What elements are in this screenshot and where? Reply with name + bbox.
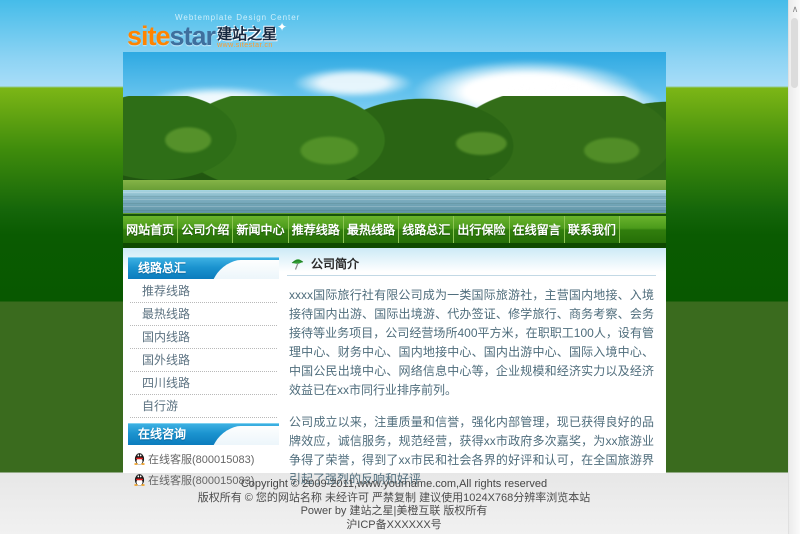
- sidebar-item-hot-routes[interactable]: 最热线路: [130, 303, 277, 326]
- sidebar-item-domestic-routes[interactable]: 国内线路: [130, 326, 277, 349]
- article-header: 公司简介: [287, 252, 656, 276]
- content-panel: 线路总汇 推荐线路 最热线路 国内线路 国外线路 四川线路 自行游 在线咨询: [123, 248, 666, 473]
- nav-item-hot-routes[interactable]: 最热线路: [344, 216, 399, 243]
- cloud-shape: [293, 68, 413, 98]
- nav-item-news[interactable]: 新闻中心: [233, 216, 288, 243]
- scroll-up-arrow[interactable]: ∧: [790, 4, 800, 14]
- hero-forest-highlights: [123, 112, 666, 182]
- sidebar-item-sichuan-routes[interactable]: 四川线路: [130, 372, 277, 395]
- nav-filler-cell: [620, 216, 666, 243]
- footer-copyright-cn: 版权所有 © 您的网站名称 未经许可 严禁复制 建议使用1024X768分辨率浏…: [0, 492, 788, 506]
- parasol-icon: [291, 257, 305, 271]
- article-area: 公司简介 xxxx国际旅行社有限公司成为一类国际旅游社，主营国内地接、入境接待国…: [283, 248, 666, 473]
- scrollbar-track[interactable]: ∧: [788, 0, 800, 534]
- nav-item-route-summary[interactable]: 线路总汇: [399, 216, 454, 243]
- sidebar-item-recommended-routes[interactable]: 推荐线路: [130, 280, 277, 303]
- nav-item-guestbook[interactable]: 在线留言: [510, 216, 565, 243]
- sparkle-icon: ✦: [277, 21, 287, 33]
- scrollbar-thumb[interactable]: [791, 18, 798, 88]
- logo-url: www.sitestar.cn: [217, 42, 277, 49]
- nav-item-travel-insurance[interactable]: 出行保险: [454, 216, 509, 243]
- page-footer: Copyright © 2009-2011,www.yourname.com,A…: [0, 478, 788, 532]
- nav-item-contact[interactable]: 联系我们: [565, 216, 620, 243]
- sidebar-consult-title: 在线咨询: [128, 424, 279, 445]
- hero-lake-reflections: [123, 192, 666, 212]
- hero-image: [123, 52, 666, 213]
- sidebar-routes-header: 线路总汇: [128, 257, 279, 279]
- logo-text-site: site: [127, 23, 170, 50]
- sidebar-item-self-guided-tour[interactable]: 自行游: [130, 395, 277, 418]
- footer-icp-number[interactable]: 沪ICP备XXXXXX号: [0, 519, 788, 533]
- page-content-column: 网站首页 公司介绍 新闻中心 推荐线路 最热线路 线路总汇 出行保险 在线留言 …: [123, 52, 666, 473]
- qq-penguin-icon: [134, 452, 145, 465]
- sidebar-routes-list: 推荐线路 最热线路 国内线路 国外线路 四川线路 自行游: [128, 279, 279, 421]
- article-body: xxxx国际旅行社有限公司成为一类国际旅游社，主营国内地接、入境接待国内出游、国…: [287, 276, 656, 489]
- nav-item-recommended-routes[interactable]: 推荐线路: [289, 216, 344, 243]
- browser-viewport: Webtemplate Design Center site star ✦ 建站…: [0, 0, 800, 534]
- qq-service-link[interactable]: 在线客服(800015083): [134, 451, 279, 466]
- sidebar: 线路总汇 推荐线路 最热线路 国内线路 国外线路 四川线路 自行游 在线咨询: [123, 248, 283, 473]
- logo-text-star: star: [170, 23, 216, 50]
- qq-service-label: 在线客服(800015083): [148, 451, 254, 467]
- logo-text-chinese: 建站之星: [217, 27, 277, 42]
- nav-item-about[interactable]: 公司介绍: [178, 216, 233, 243]
- article-title: 公司简介: [311, 255, 359, 272]
- sidebar-consult-header: 在线咨询: [128, 423, 279, 445]
- sidebar-routes-title: 线路总汇: [128, 258, 279, 279]
- article-paragraph: xxxx国际旅行社有限公司成为一类国际旅游社，主营国内地接、入境接待国内出游、国…: [289, 286, 654, 400]
- nav-item-home[interactable]: 网站首页: [123, 216, 178, 243]
- footer-powered-by: Power by 建站之星|美橙互联 版权所有: [0, 505, 788, 519]
- footer-copyright-en: Copyright © 2009-2011,www.yourname.com,A…: [0, 478, 788, 492]
- sidebar-item-overseas-routes[interactable]: 国外线路: [130, 349, 277, 372]
- sitestar-logo[interactable]: Webtemplate Design Center site star ✦ 建站…: [127, 13, 327, 50]
- main-navigation: 网站首页 公司介绍 新闻中心 推荐线路 最热线路 线路总汇 出行保险 在线留言 …: [123, 213, 666, 248]
